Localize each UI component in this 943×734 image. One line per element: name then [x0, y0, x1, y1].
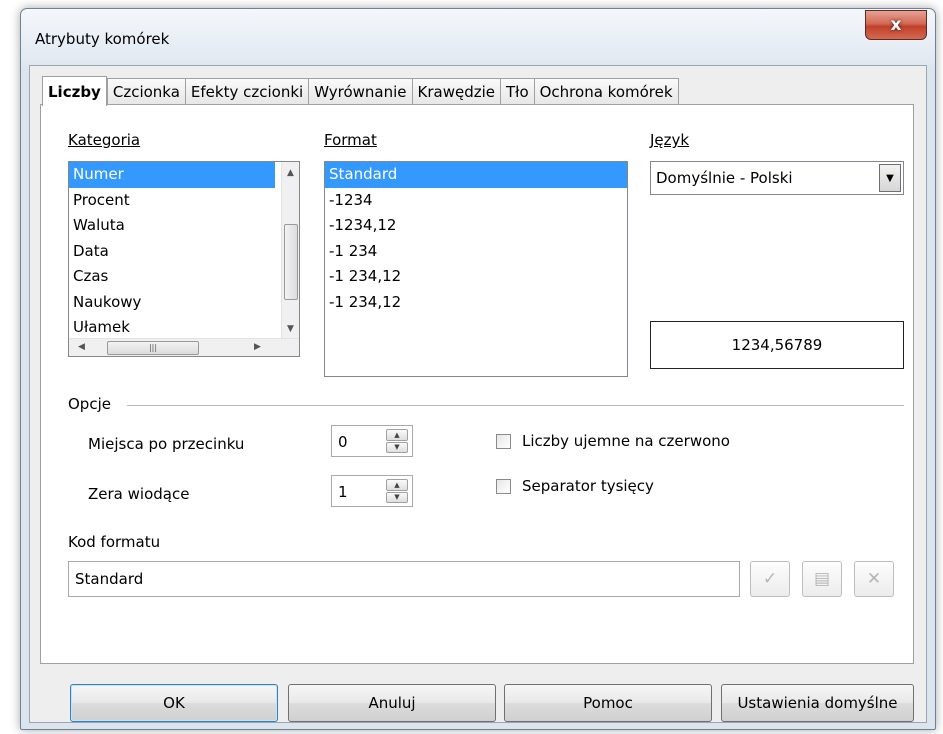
leading-zeros-value: 1 [338, 483, 348, 501]
negative-red-label[interactable]: Liczby ujemne na czerwono [522, 432, 730, 450]
numbers-panel: Kategoria Numer Procent Waluta Data Czas… [40, 104, 914, 664]
tab-cell-protection[interactable]: Ochrona komórek [533, 78, 679, 105]
title-bar[interactable]: Atrybuty komórek x [21, 9, 935, 65]
list-item[interactable]: -1 234 [325, 239, 627, 265]
preview-value: 1234,56789 [731, 336, 823, 354]
close-icon: x [890, 15, 902, 35]
window-title: Atrybuty komórek [35, 30, 170, 48]
scroll-up-arrow-icon[interactable]: ▲ [282, 168, 299, 178]
language-label: Język [650, 131, 690, 149]
category-horizontal-scrollbar[interactable]: ◀ ||| ▶ [69, 338, 299, 356]
leading-zeros-stepper[interactable]: 1 ▲ ▼ [331, 475, 413, 507]
accept-format-button[interactable]: ✓ [750, 561, 790, 597]
format-code-input[interactable]: Standard [68, 561, 740, 597]
chevron-down-icon[interactable]: ▼ [879, 164, 901, 192]
spin-down-icon[interactable]: ▼ [386, 491, 408, 503]
spin-up-icon[interactable]: ▲ [386, 429, 408, 441]
options-divider [127, 405, 904, 406]
format-code-label: Kod formatu [68, 533, 161, 551]
list-item[interactable]: Ułamek [69, 315, 299, 341]
list-item[interactable]: -1234 [325, 188, 627, 214]
spin-down-icon[interactable]: ▼ [386, 441, 408, 453]
tab-borders[interactable]: Krawędzie [411, 78, 501, 105]
tab-background[interactable]: Tło [500, 78, 534, 105]
dialog-body: Liczby Czcionka Efekty czcionki Wyrównan… [29, 65, 927, 723]
options-label: Opcje [68, 395, 111, 413]
category-list[interactable]: Numer Procent Waluta Data Czas Naukowy U… [68, 161, 300, 357]
list-item[interactable]: -1 234,12 [325, 290, 627, 316]
format-label: Format [324, 131, 377, 149]
comment-icon: ▤ [813, 569, 831, 589]
list-item[interactable]: Czas [69, 264, 299, 290]
scroll-left-arrow-icon[interactable]: ◀ [73, 342, 90, 352]
spin-up-icon[interactable]: ▲ [386, 479, 408, 491]
list-item[interactable]: Waluta [69, 213, 299, 239]
list-item[interactable]: -1 234,12 [325, 264, 627, 290]
category-label: Kategoria [68, 131, 141, 149]
negative-red-checkbox[interactable] [496, 434, 511, 449]
category-vertical-scrollbar[interactable]: ▲ ▼ [281, 162, 299, 338]
close-button[interactable]: x [865, 10, 927, 40]
check-icon: ✓ [762, 569, 778, 589]
scroll-thumb[interactable]: ||| [107, 341, 199, 355]
thousands-separator-checkbox[interactable] [496, 479, 511, 494]
leading-zeros-label: Zera wiodące [88, 485, 190, 503]
list-item[interactable]: Standard [325, 162, 627, 188]
language-value: Domyślnie - Polski [656, 169, 793, 187]
list-item[interactable]: Procent [69, 188, 299, 214]
list-item[interactable]: Numer [69, 162, 275, 188]
list-item[interactable]: -1234,12 [325, 213, 627, 239]
format-code-value: Standard [75, 570, 144, 588]
reset-defaults-button[interactable]: Ustawienia domyślne [721, 684, 914, 722]
cancel-button[interactable]: Anuluj [288, 684, 496, 722]
delete-format-button[interactable]: ✕ [854, 561, 894, 597]
comment-format-button[interactable]: ▤ [802, 561, 842, 597]
decimal-places-stepper[interactable]: 0 ▲ ▼ [331, 425, 413, 457]
format-preview: 1234,56789 [650, 321, 904, 369]
format-list[interactable]: Standard -1234 -1234,12 -1 234 -1 234,12… [324, 161, 628, 377]
thousands-separator-label[interactable]: Separator tysięcy [522, 477, 654, 495]
tab-bar: Liczby Czcionka Efekty czcionki Wyrównan… [42, 76, 679, 106]
decimal-places-label: Miejsca po przecinku [88, 435, 245, 453]
tab-font-effects[interactable]: Efekty czcionki [184, 78, 309, 105]
tab-numbers[interactable]: Liczby [42, 76, 107, 106]
scroll-down-arrow-icon[interactable]: ▼ [282, 324, 299, 334]
tab-font[interactable]: Czcionka [106, 78, 185, 105]
delete-icon: ✕ [866, 569, 882, 589]
list-item[interactable]: Naukowy [69, 290, 299, 316]
ok-button[interactable]: OK [70, 684, 278, 722]
list-item[interactable]: Data [69, 239, 299, 265]
scroll-thumb[interactable] [284, 224, 298, 300]
decimal-places-value: 0 [338, 433, 348, 451]
help-button[interactable]: Pomoc [504, 684, 712, 722]
tab-alignment[interactable]: Wyrównanie [308, 78, 412, 105]
scroll-right-arrow-icon[interactable]: ▶ [249, 342, 266, 352]
language-select[interactable]: Domyślnie - Polski ▼ [650, 161, 904, 195]
dialog-window: Atrybuty komórek x Liczby Czcionka Efekt… [20, 8, 936, 730]
